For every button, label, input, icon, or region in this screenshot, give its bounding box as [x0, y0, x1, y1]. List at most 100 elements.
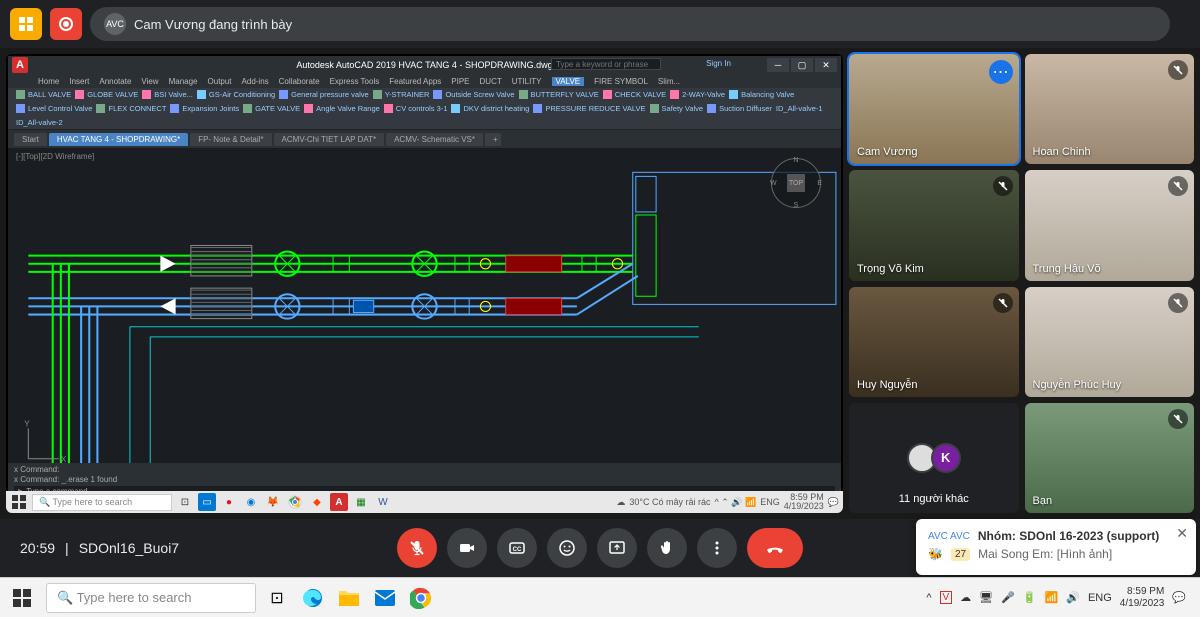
- autocad-search[interactable]: [551, 58, 661, 70]
- language-indicator[interactable]: ENG: [1088, 592, 1112, 604]
- menu-item[interactable]: FIRE SYMBOL: [594, 77, 648, 86]
- present-button[interactable]: [597, 528, 637, 568]
- menu-item[interactable]: Slim...: [658, 77, 680, 86]
- start-button[interactable]: [4, 580, 40, 616]
- volume-icon[interactable]: 🔊: [1066, 591, 1080, 604]
- explorer-app-icon[interactable]: [334, 583, 364, 613]
- minimize-button[interactable]: ─: [767, 58, 789, 72]
- chrome-app-icon[interactable]: [406, 583, 436, 613]
- start-icon[interactable]: [10, 493, 28, 511]
- overflow-tile[interactable]: K 11 người khác: [849, 403, 1019, 513]
- autocad-command-line[interactable]: x Command: x Command: _.erase 1 found ▶ …: [8, 463, 841, 493]
- leave-call-button[interactable]: [747, 528, 803, 568]
- view-cube[interactable]: NSEW TOP: [771, 158, 821, 208]
- ribbon-item[interactable]: CHECK VALVE: [603, 90, 666, 99]
- mail-app-icon[interactable]: [370, 583, 400, 613]
- word-icon[interactable]: W: [374, 493, 392, 511]
- ribbon-item[interactable]: ID_All-valve-2: [16, 118, 63, 127]
- menu-item[interactable]: Express Tools: [330, 77, 380, 86]
- menu-item-active[interactable]: VALVE: [552, 77, 585, 86]
- ribbon-item[interactable]: PRESSURE REDUCE VALVE: [533, 104, 645, 113]
- app-icon[interactable]: ▭: [198, 493, 216, 511]
- menu-item[interactable]: Collaborate: [279, 77, 320, 86]
- tray-icon[interactable]: 🖥: [979, 591, 993, 604]
- ribbon-item[interactable]: Level Control Valve: [16, 104, 92, 113]
- ribbon-item[interactable]: DKV district heating: [451, 104, 529, 113]
- action-center-icon[interactable]: 💬: [1172, 591, 1186, 604]
- menu-item[interactable]: DUCT: [480, 77, 502, 86]
- wifi-icon[interactable]: 📶: [1045, 591, 1059, 604]
- ribbon-item[interactable]: GATE VALVE: [243, 104, 300, 113]
- menu-item[interactable]: View: [141, 77, 158, 86]
- doc-tab[interactable]: ACMV- Schematic VS*: [386, 133, 483, 146]
- taskbar-search[interactable]: 🔍 Type here to search: [46, 583, 256, 613]
- menu-item[interactable]: Featured Apps: [389, 77, 441, 86]
- participant-tile[interactable]: Hoan Chinh: [1025, 54, 1195, 164]
- record-button[interactable]: [50, 8, 82, 40]
- battery-icon[interactable]: 🔋: [1023, 591, 1037, 604]
- maximize-button[interactable]: ▢: [791, 58, 813, 72]
- doc-tab[interactable]: ACMV-Chi TIET LAP DAT*: [274, 133, 385, 146]
- participant-tile[interactable]: Nguyễn Phúc Huy: [1025, 287, 1195, 397]
- menu-item[interactable]: PIPE: [451, 77, 469, 86]
- inner-lang[interactable]: ENG: [760, 497, 780, 507]
- tray-app-icon[interactable]: V: [940, 591, 953, 604]
- raise-hand-button[interactable]: [647, 528, 687, 568]
- task-view-button[interactable]: ⊡: [262, 583, 292, 613]
- task-view-icon[interactable]: ⊡: [176, 493, 194, 511]
- chat-notification[interactable]: ✕ AVC AVC Nhóm: SDOnl 16-2023 (support) …: [916, 519, 1196, 575]
- menu-item[interactable]: Insert: [69, 77, 89, 86]
- excel-icon[interactable]: ▦: [352, 493, 370, 511]
- camera-button[interactable]: [447, 528, 487, 568]
- ribbon-item[interactable]: GS-Air Conditioning: [197, 90, 275, 99]
- menu-item[interactable]: UTILITY: [512, 77, 542, 86]
- ribbon-item[interactable]: Safety Valve: [650, 104, 704, 113]
- app-icon[interactable]: ●: [220, 493, 238, 511]
- doc-tab-add[interactable]: +: [485, 133, 501, 146]
- autocad-app-icon[interactable]: A: [330, 493, 348, 511]
- menu-item[interactable]: Output: [208, 77, 232, 86]
- firefox-icon[interactable]: 🦊: [264, 493, 282, 511]
- ribbon-item[interactable]: GLOBE VALVE: [75, 90, 138, 99]
- ribbon-item[interactable]: Balancing Valve: [729, 90, 794, 99]
- more-icon[interactable]: ⋯: [989, 60, 1013, 84]
- chrome-icon[interactable]: [286, 493, 304, 511]
- autocad-canvas[interactable]: [-][Top][2D Wireframe]: [8, 148, 841, 475]
- notification-icon[interactable]: 💬: [828, 497, 839, 508]
- doc-tab-active[interactable]: HVAC TANG 4 - SHOPDRAWING*: [49, 133, 188, 146]
- mic-tray-icon[interactable]: 🎤: [1001, 591, 1015, 604]
- view-cube-top[interactable]: TOP: [787, 174, 805, 192]
- ribbon-item[interactable]: Suction Diffuser: [707, 104, 772, 113]
- menu-item[interactable]: Manage: [169, 77, 198, 86]
- ribbon-item[interactable]: Y-STRAINER: [373, 90, 430, 99]
- ribbon-item[interactable]: FLEX CONNECT: [96, 104, 166, 113]
- edge-app-icon[interactable]: [298, 583, 328, 613]
- doc-tab[interactable]: FP- Note & Detail*: [190, 133, 271, 146]
- edge-icon[interactable]: ◉: [242, 493, 260, 511]
- grid-layout-button[interactable]: [10, 8, 42, 40]
- app-icon[interactable]: ◆: [308, 493, 326, 511]
- ribbon-item[interactable]: BALL VALVE: [16, 90, 71, 99]
- menu-item[interactable]: Annotate: [99, 77, 131, 86]
- weather-text[interactable]: 30°C Có mây rải rác: [629, 497, 710, 507]
- reactions-button[interactable]: [547, 528, 587, 568]
- ribbon-item[interactable]: BSI Valve...: [142, 90, 193, 99]
- ribbon-item[interactable]: General pressure valve: [279, 90, 369, 99]
- participant-tile[interactable]: Trọng Võ Kim: [849, 170, 1019, 280]
- close-icon[interactable]: ✕: [1176, 525, 1188, 542]
- autocad-signin[interactable]: Sign In: [706, 59, 731, 68]
- mic-button[interactable]: [397, 528, 437, 568]
- ribbon-item[interactable]: CV controls 3-1: [384, 104, 448, 113]
- ribbon-item[interactable]: Outside Screw Valve: [433, 90, 514, 99]
- onedrive-icon[interactable]: ☁: [960, 591, 971, 604]
- inner-search-input[interactable]: 🔍 Type here to search: [32, 494, 172, 511]
- ribbon-item[interactable]: BUTTERFLY VALVE: [519, 90, 599, 99]
- ribbon-item[interactable]: Expansion Joints: [170, 104, 239, 113]
- participant-tile[interactable]: ⋯ Cam Vương: [849, 54, 1019, 164]
- captions-button[interactable]: CC: [497, 528, 537, 568]
- tray-chevron-icon[interactable]: ^: [926, 592, 931, 604]
- ribbon-item[interactable]: Angle Valve Range: [304, 104, 380, 113]
- doc-tab-start[interactable]: Start: [14, 133, 47, 146]
- more-options-button[interactable]: [697, 528, 737, 568]
- ribbon-item[interactable]: ID_All-valve-1: [776, 104, 823, 113]
